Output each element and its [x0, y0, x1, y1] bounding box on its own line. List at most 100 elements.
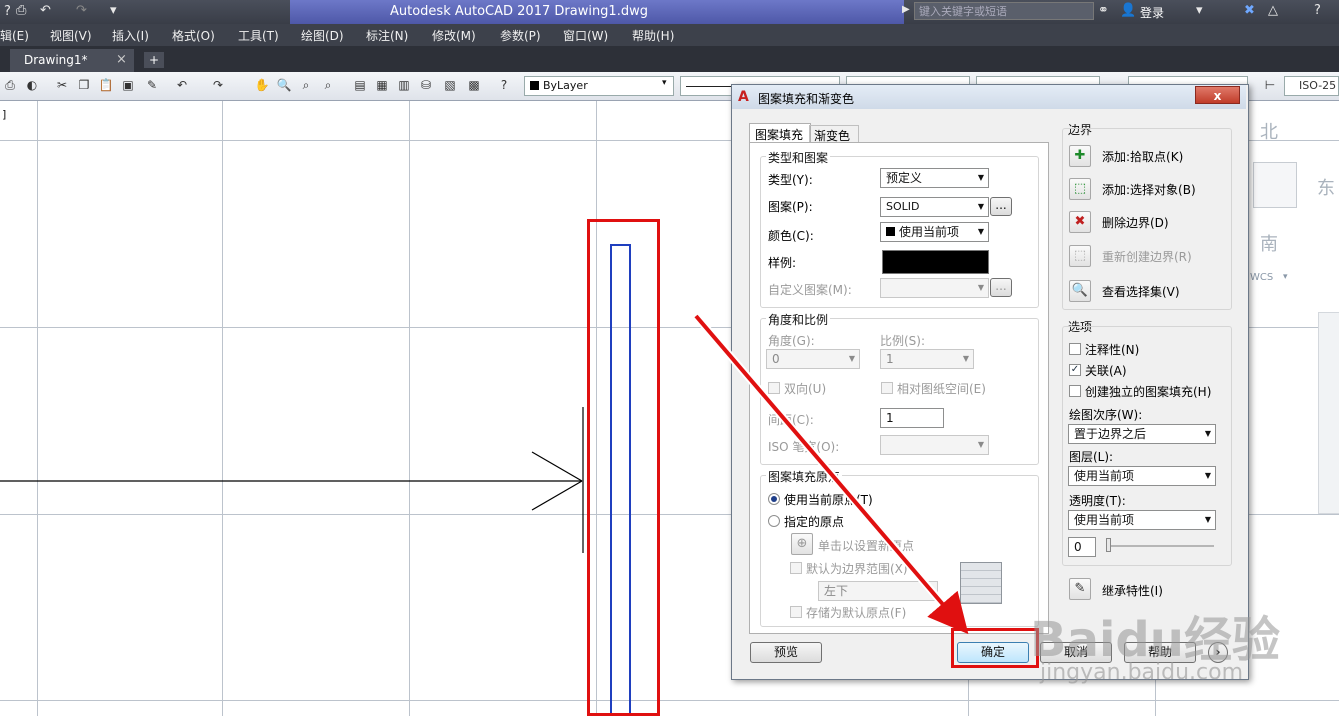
properties-icon[interactable]: ▤ — [352, 77, 368, 93]
help-circle-icon[interactable]: ? — [1314, 3, 1321, 18]
navigation-bar[interactable] — [1318, 312, 1339, 514]
pattern-browse-button[interactable]: ... — [990, 197, 1012, 216]
undo-icon[interactable]: ↶ — [40, 3, 51, 18]
publish-icon[interactable]: ◐ — [24, 77, 40, 93]
cut-icon[interactable]: ✂ — [54, 77, 70, 93]
recreate-boundary-label[interactable]: 重新创建边界(R) — [1102, 248, 1192, 265]
menu-draw[interactable]: 绘图(D) — [301, 27, 344, 44]
type-select[interactable]: 预定义 ▼ — [880, 168, 989, 188]
tool-palettes-icon[interactable]: ▥ — [396, 77, 412, 93]
type-pattern-title: 类型和图案 — [766, 149, 831, 166]
view-selections-icon[interactable]: 🔍 — [1069, 280, 1091, 302]
pattern-select[interactable]: SOLID ▼ — [880, 197, 989, 217]
add-select-objects-icon[interactable]: ⬚ — [1069, 178, 1091, 200]
annotation-arrow — [692, 313, 969, 635]
undo-tool-icon[interactable]: ↶ — [174, 77, 190, 93]
separate-hatches-checkbox[interactable] — [1069, 385, 1081, 397]
binoculars-icon[interactable]: ⚭ — [1098, 3, 1109, 18]
swatch-label: 样例: — [768, 256, 797, 270]
dimension-style-icon[interactable]: ⊢ — [1262, 77, 1278, 93]
viewcube-east[interactable]: 东 — [1317, 174, 1335, 200]
zoom-window-icon[interactable]: ⌕ — [298, 77, 314, 93]
menu-view[interactable]: 视图(V) — [50, 27, 92, 44]
design-center-icon[interactable]: ▦ — [374, 77, 390, 93]
transparency-slider-thumb[interactable] — [1106, 538, 1111, 552]
help-icon[interactable]: ? — [4, 4, 11, 19]
custom-pattern-select[interactable]: ▼ — [880, 278, 989, 298]
wcs-menu[interactable]: WCS — [1250, 272, 1273, 283]
cart-icon[interactable]: ▾ — [1196, 3, 1203, 18]
transparency-select[interactable]: 使用当前项 ▼ — [1068, 510, 1216, 530]
chevron-down-icon: ▼ — [1204, 471, 1211, 480]
add-select-objects-label[interactable]: 添加:选择对象(B) — [1102, 181, 1196, 198]
chevron-down-icon: ▼ — [977, 202, 984, 211]
copy-icon[interactable]: ❐ — [76, 77, 92, 93]
new-tab-button[interactable]: + — [144, 52, 164, 68]
custom-browse-button[interactable]: ... — [990, 278, 1012, 297]
tab-hatch[interactable]: 图案填充 — [749, 123, 811, 143]
plot-icon[interactable]: ⎙ — [2, 77, 18, 93]
layer-select[interactable]: 使用当前项 ▼ — [1068, 466, 1216, 486]
login-link[interactable]: 登录 — [1140, 4, 1164, 21]
zoom-realtime-icon[interactable]: 🔍 — [276, 77, 292, 93]
tab-gradient[interactable]: 渐变色 — [809, 125, 859, 143]
pan-icon[interactable]: ✋ — [254, 77, 270, 93]
add-pick-points-label[interactable]: 添加:拾取点(K) — [1102, 148, 1183, 165]
menu-dimension[interactable]: 标注(N) — [366, 27, 408, 44]
transparency-level-input[interactable]: 0 — [1068, 537, 1096, 557]
print-icon[interactable]: ⎙ — [16, 3, 26, 18]
inherit-properties-label[interactable]: 继承特性(I) — [1102, 582, 1163, 599]
menu-modify[interactable]: 修改(M) — [432, 27, 476, 44]
color-label: 颜色(C): — [768, 229, 814, 243]
paste-icon[interactable]: 📋 — [98, 77, 114, 93]
swatch-preview[interactable] — [882, 250, 989, 274]
tab-label: Drawing1* — [24, 53, 88, 67]
chevron-down-icon[interactable]: ▾ — [662, 78, 667, 88]
dialog-close-button[interactable]: x — [1195, 86, 1240, 104]
redo-tool-icon[interactable]: ↷ — [210, 77, 226, 93]
exchange-icon[interactable]: ✖ — [1244, 3, 1255, 18]
calculator-icon[interactable]: ▩ — [466, 77, 482, 93]
recreate-boundary-icon[interactable]: ⬚ — [1069, 245, 1091, 267]
menu-parametric[interactable]: 参数(P) — [500, 27, 541, 44]
menu-help[interactable]: 帮助(H) — [632, 27, 674, 44]
search-input[interactable]: 键入关键字或短语 — [914, 2, 1094, 20]
inherit-properties-icon[interactable]: ✎ — [1069, 578, 1091, 600]
viewcube-south[interactable]: 南 — [1260, 230, 1278, 256]
match-properties-icon[interactable]: ✎ — [144, 77, 160, 93]
zoom-previous-icon[interactable]: ⌕ — [320, 77, 336, 93]
color-control[interactable]: ByLayer — [524, 76, 674, 96]
transparency-slider-track[interactable] — [1106, 545, 1214, 547]
quick-access-dropdown-icon[interactable]: ▾ — [110, 3, 117, 18]
dimension-style-control[interactable]: ISO-25 — [1284, 76, 1339, 96]
view-selections-label[interactable]: 查看选择集(V) — [1102, 283, 1180, 300]
menu-edit[interactable]: 辑(E) — [0, 27, 29, 44]
associative-checkbox[interactable]: ✓ — [1069, 364, 1081, 376]
menu-insert[interactable]: 插入(I) — [112, 27, 149, 44]
viewcube-north[interactable]: 北 — [1260, 118, 1278, 144]
chevron-down-icon[interactable]: ▾ — [1283, 272, 1288, 282]
menu-tools[interactable]: 工具(T) — [238, 27, 279, 44]
tab-close-icon[interactable]: × — [116, 52, 127, 67]
menu-format[interactable]: 格式(O) — [172, 27, 215, 44]
menu-window[interactable]: 窗口(W) — [563, 27, 608, 44]
sheet-set-icon[interactable]: ⛁ — [418, 77, 434, 93]
annotative-checkbox[interactable] — [1069, 343, 1081, 355]
color-select[interactable]: 使用当前项 ▼ — [880, 222, 989, 242]
redo-icon[interactable]: ↷ — [76, 3, 87, 18]
remove-boundaries-icon[interactable]: ✖ — [1069, 211, 1091, 233]
color-swatch — [530, 81, 539, 90]
remove-boundaries-label[interactable]: 删除边界(D) — [1102, 214, 1169, 231]
viewcube-face[interactable] — [1253, 162, 1297, 208]
transparency-label: 透明度(T): — [1069, 494, 1126, 508]
draw-order-select[interactable]: 置于边界之后 ▼ — [1068, 424, 1216, 444]
a360-icon[interactable]: △ — [1268, 3, 1278, 18]
user-icon[interactable]: 👤 — [1120, 3, 1136, 18]
chevron-down-icon: ▼ — [977, 173, 984, 182]
help-tool-icon[interactable]: ? — [496, 77, 512, 93]
color-value: 使用当前项 — [899, 225, 960, 239]
add-pick-points-icon[interactable]: ✚ — [1069, 145, 1091, 167]
paste-special-icon[interactable]: ▣ — [120, 77, 136, 93]
expand-arrow-icon[interactable]: ▶ — [902, 4, 910, 15]
markup-icon[interactable]: ▧ — [442, 77, 458, 93]
